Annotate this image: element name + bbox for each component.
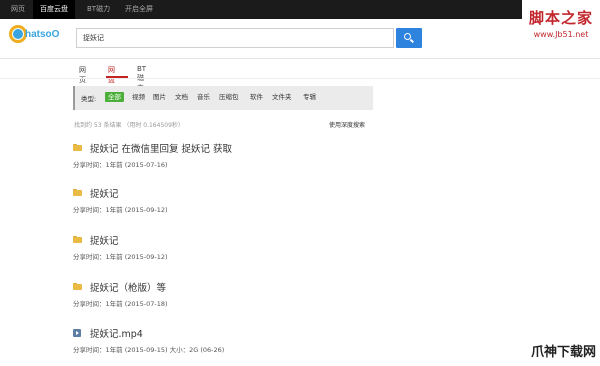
filter-chip-archive[interactable]: 压缩包 [219, 92, 239, 102]
watermark-top: 脚本之家 www.Jb51.net [522, 0, 600, 48]
topnav-web[interactable]: 网页 [4, 0, 32, 19]
watermark-url: www.Jb51.net [533, 30, 589, 39]
logo-dot-icon [13, 29, 23, 39]
top-nav-bar: 网页 百度云盘 BT磁力 开启全屏 [0, 0, 600, 19]
watermark-bottom: 爪神下载网 [530, 345, 596, 360]
tab-netdisk[interactable]: 网盘 [108, 65, 115, 85]
filter-chip-video[interactable]: 视频 [132, 92, 145, 102]
tab-web[interactable]: 网页 [79, 65, 86, 85]
site-logo[interactable]: hatsoO [9, 25, 64, 49]
logo-text: hatsoO [25, 29, 60, 40]
filter-chip-doc[interactable]: 文档 [175, 92, 188, 102]
header-divider [0, 58, 600, 59]
filter-chip-album[interactable]: 专辑 [303, 92, 316, 102]
watermark-title: 脚本之家 [528, 9, 593, 27]
type-filter-bar: 类型: 全部 视频 图片 文档 音乐 压缩包 软件 文件夹 专辑 [73, 86, 373, 110]
topnav-fullscreen[interactable]: 开启全屏 [118, 0, 160, 19]
filter-label: 类型: [81, 95, 97, 103]
result-meta: 分享时间：1年前 (2015-07-16) [73, 161, 168, 169]
result-meta: 分享时间：1年前 (2015-09-12) [73, 206, 168, 214]
topnav-baidu-pan[interactable]: 百度云盘 [33, 0, 75, 19]
result-count: 找到约 53 条结果 （用时 0.164509秒） [74, 122, 184, 129]
folder-icon [73, 189, 82, 196]
result-meta: 分享时间：1年前 (2015-09-15) 大小：2G (06-26) [73, 346, 225, 354]
filter-chip-folder[interactable]: 文件夹 [272, 92, 292, 102]
result-title[interactable]: 捉妖记 [90, 233, 119, 247]
tabs-divider [0, 78, 600, 79]
folder-icon [73, 144, 82, 151]
result-title[interactable]: 捉妖记 [90, 186, 119, 200]
search-button[interactable] [396, 28, 422, 48]
filter-chip-all[interactable]: 全部 [105, 92, 124, 102]
result-title[interactable]: 捉妖记.mp4 [90, 326, 143, 340]
folder-icon [73, 236, 82, 243]
result-title[interactable]: 捉妖记（枪版）等 [90, 280, 166, 294]
filter-chip-image[interactable]: 图片 [153, 92, 166, 102]
search-input[interactable] [77, 29, 393, 47]
folder-icon [73, 283, 82, 290]
filter-chip-music[interactable]: 音乐 [197, 92, 210, 102]
filter-chip-software[interactable]: 软件 [250, 92, 263, 102]
result-meta: 分享时间：1年前 (2015-07-18) [73, 300, 168, 308]
topnav-bt[interactable]: BT磁力 [80, 0, 117, 19]
deep-search-link[interactable]: 使用深度搜索 [329, 120, 365, 129]
search-box [76, 28, 394, 48]
video-icon [73, 329, 82, 337]
result-meta: 分享时间：1年前 (2015-09-12) [73, 253, 168, 261]
result-title[interactable]: 捉妖记 在微信里回复 捉妖记 获取 [90, 141, 232, 155]
